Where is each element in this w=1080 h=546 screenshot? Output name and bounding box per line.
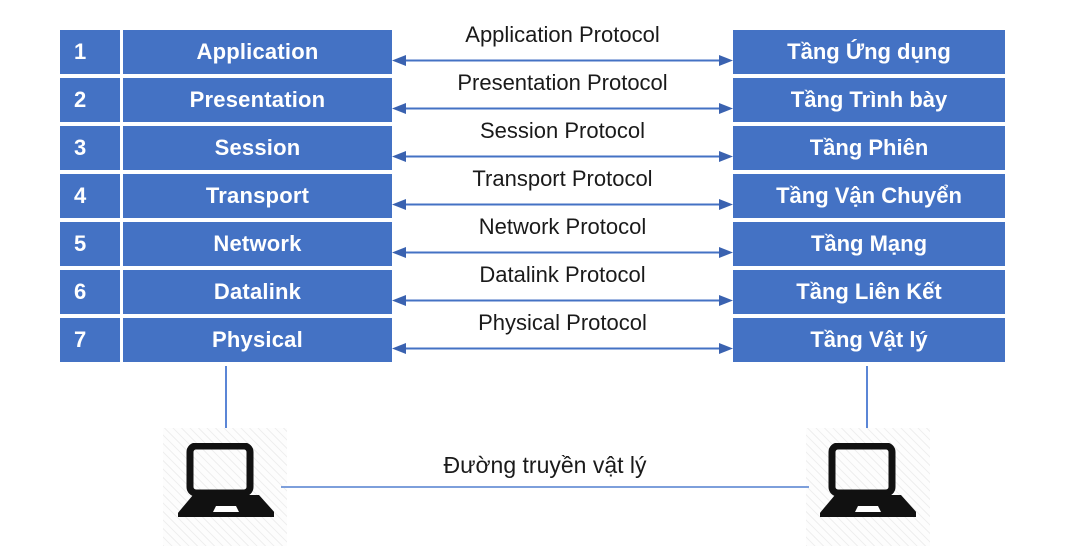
layer-label-trinh-bay: Tầng Trình bày bbox=[733, 78, 1005, 122]
layer-row-vi-5: Tầng Mạng bbox=[733, 222, 1005, 266]
osi-layers-vietnamese-stack: Tầng Ứng dụng Tầng Trình bày Tầng Phiên … bbox=[733, 30, 1005, 362]
protocol-group-datalink: Datalink Protocol bbox=[392, 262, 733, 310]
physical-link-line bbox=[281, 486, 809, 488]
protocol-arrow-network bbox=[392, 247, 733, 258]
layer-row-vi-7: Tầng Vật lý bbox=[733, 318, 1005, 362]
connector-line-right bbox=[866, 366, 868, 428]
protocol-arrow-physical bbox=[392, 343, 733, 354]
layer-label-datalink: Datalink bbox=[123, 270, 392, 314]
osi-diagram-canvas: 1 Application 2 Presentation 3 Session 4… bbox=[0, 0, 1080, 546]
protocol-group-application: Application Protocol bbox=[392, 22, 733, 70]
physical-link-label: Đường truyền vật lý bbox=[443, 452, 647, 478]
protocol-label-presentation: Presentation Protocol bbox=[457, 70, 668, 95]
laptop-icon-right bbox=[820, 443, 916, 517]
layer-label-van-chuyen: Tầng Vận Chuyển bbox=[733, 174, 1005, 218]
protocol-arrow-transport bbox=[392, 199, 733, 210]
layer-row-7: 7 Physical bbox=[60, 318, 392, 362]
layer-row-1: 1 Application bbox=[60, 30, 392, 74]
layer-row-5: 5 Network bbox=[60, 222, 392, 266]
layer-label-session: Session bbox=[123, 126, 392, 170]
layer-number-6: 6 bbox=[60, 270, 120, 314]
layer-number-7: 7 bbox=[60, 318, 120, 362]
layer-row-4: 4 Transport bbox=[60, 174, 392, 218]
layer-number-3: 3 bbox=[60, 126, 120, 170]
layer-number-4: 4 bbox=[60, 174, 120, 218]
layer-number-1: 1 bbox=[60, 30, 120, 74]
protocol-label-application: Application Protocol bbox=[465, 22, 660, 47]
layer-row-vi-4: Tầng Vận Chuyển bbox=[733, 174, 1005, 218]
protocol-label-datalink: Datalink Protocol bbox=[479, 262, 646, 287]
protocol-arrow-datalink bbox=[392, 295, 733, 306]
layer-label-physical: Physical bbox=[123, 318, 392, 362]
protocol-arrow-application bbox=[392, 55, 733, 66]
layer-label-vat-ly: Tầng Vật lý bbox=[733, 318, 1005, 362]
layer-row-2: 2 Presentation bbox=[60, 78, 392, 122]
layer-label-presentation: Presentation bbox=[123, 78, 392, 122]
osi-layers-english-stack: 1 Application 2 Presentation 3 Session 4… bbox=[60, 30, 392, 362]
layer-label-transport: Transport bbox=[123, 174, 392, 218]
protocol-label-transport: Transport Protocol bbox=[472, 166, 653, 191]
protocol-label-physical: Physical Protocol bbox=[478, 310, 647, 335]
connector-line-left bbox=[225, 366, 227, 428]
layer-label-network: Network bbox=[123, 222, 392, 266]
protocol-group-physical: Physical Protocol bbox=[392, 310, 733, 358]
protocol-group-session: Session Protocol bbox=[392, 118, 733, 166]
protocol-group-network: Network Protocol bbox=[392, 214, 733, 262]
layer-label-mang: Tầng Mạng bbox=[733, 222, 1005, 266]
laptop-icon-left bbox=[178, 443, 274, 517]
layer-row-6: 6 Datalink bbox=[60, 270, 392, 314]
layer-row-vi-1: Tầng Ứng dụng bbox=[733, 30, 1005, 74]
protocol-arrow-presentation bbox=[392, 103, 733, 114]
layer-number-2: 2 bbox=[60, 78, 120, 122]
layer-row-vi-6: Tầng Liên Kết bbox=[733, 270, 1005, 314]
protocol-label-session: Session Protocol bbox=[479, 118, 646, 143]
protocol-label-network: Network Protocol bbox=[478, 214, 647, 239]
protocol-group-presentation: Presentation Protocol bbox=[392, 70, 733, 118]
protocol-group-transport: Transport Protocol bbox=[392, 166, 733, 214]
layer-row-3: 3 Session bbox=[60, 126, 392, 170]
layer-row-vi-2: Tầng Trình bày bbox=[733, 78, 1005, 122]
layer-label-ung-dung: Tầng Ứng dụng bbox=[733, 30, 1005, 74]
layer-label-lien-ket: Tầng Liên Kết bbox=[733, 270, 1005, 314]
layer-number-5: 5 bbox=[60, 222, 120, 266]
protocol-arrow-session bbox=[392, 151, 733, 162]
layer-label-phien: Tầng Phiên bbox=[733, 126, 1005, 170]
layer-row-vi-3: Tầng Phiên bbox=[733, 126, 1005, 170]
layer-label-application: Application bbox=[123, 30, 392, 74]
